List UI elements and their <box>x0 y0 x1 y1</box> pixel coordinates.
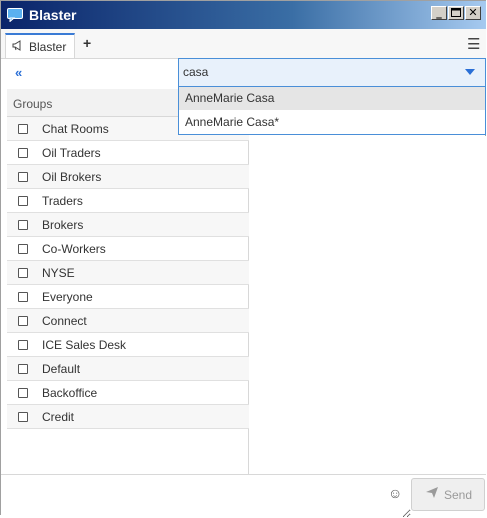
checkbox[interactable] <box>18 388 28 398</box>
window-title: Blaster <box>29 7 77 23</box>
group-name: Backoffice <box>42 386 98 400</box>
checkbox[interactable] <box>18 148 28 158</box>
group-name: Oil Traders <box>42 146 101 160</box>
checkbox[interactable] <box>18 412 28 422</box>
group-row[interactable]: Co-Workers <box>7 237 249 261</box>
group-row[interactable]: Oil Brokers <box>7 165 249 189</box>
send-label: Send <box>444 488 473 502</box>
checkbox[interactable] <box>18 340 28 350</box>
send-button[interactable]: Send <box>411 478 485 511</box>
suggestion-item[interactable]: AnneMarie Casa <box>179 87 485 110</box>
close-icon: ✕ <box>468 6 478 19</box>
checkbox[interactable] <box>18 316 28 326</box>
maximize-icon <box>451 8 461 17</box>
group-row[interactable]: Oil Traders <box>7 141 249 165</box>
hamburger-menu-icon[interactable]: ☰ <box>467 35 480 53</box>
checkbox[interactable] <box>18 124 28 134</box>
groups-header-label: Groups <box>13 97 53 111</box>
checkbox[interactable] <box>18 364 28 374</box>
group-name: Chat Rooms <box>42 122 109 136</box>
checkbox[interactable] <box>18 172 28 182</box>
tab-bar: Blaster <box>1 29 486 59</box>
group-name: Connect <box>42 314 87 328</box>
tab-label: Blaster <box>29 40 67 54</box>
recipient-search[interactable] <box>178 58 486 87</box>
group-name: ICE Sales Desk <box>42 338 127 352</box>
group-row[interactable]: Brokers <box>7 213 249 237</box>
close-button[interactable]: ✕ <box>465 6 481 20</box>
group-name: Credit <box>42 410 75 424</box>
group-row[interactable]: Connect <box>7 309 249 333</box>
group-list: Chat Rooms Oil Traders Oil Brokers Trade… <box>7 117 249 429</box>
group-name: NYSE <box>42 266 75 280</box>
suggestion-item[interactable]: AnneMarie Casa* <box>179 111 485 134</box>
group-name: Traders <box>42 194 83 208</box>
blaster-window: Blaster _ ✕ Blaster + ☰ « AnneMarie Casa… <box>0 0 486 518</box>
checkbox[interactable] <box>18 244 28 254</box>
group-row[interactable]: Traders <box>7 189 249 213</box>
group-row[interactable]: Backoffice <box>7 381 249 405</box>
paper-plane-icon <box>426 487 438 501</box>
group-name: Brokers <box>42 218 84 232</box>
group-row[interactable]: Everyone <box>7 285 249 309</box>
search-input[interactable] <box>183 63 453 81</box>
search-suggestions: AnneMarie Casa AnneMarie Casa* <box>178 87 486 135</box>
group-name: Everyone <box>42 290 93 304</box>
title-bar[interactable]: Blaster _ ✕ <box>1 1 486 29</box>
checkbox[interactable] <box>18 292 28 302</box>
smiley-icon[interactable]: ☺ <box>388 485 402 501</box>
message-input[interactable] <box>7 476 411 518</box>
group-row[interactable]: NYSE <box>7 261 249 285</box>
group-name: Default <box>42 362 81 376</box>
checkbox[interactable] <box>18 268 28 278</box>
double-chevron-left-icon[interactable]: « <box>15 65 22 80</box>
minimize-icon: _ <box>436 6 442 19</box>
maximize-button[interactable] <box>448 6 464 20</box>
group-row[interactable]: ICE Sales Desk <box>7 333 249 357</box>
megaphone-icon <box>12 40 24 54</box>
minimize-button[interactable]: _ <box>431 6 447 20</box>
group-row[interactable]: Default <box>7 357 249 381</box>
checkbox[interactable] <box>18 196 28 206</box>
group-name: Oil Brokers <box>42 170 102 184</box>
chat-bubble-icon <box>7 8 23 22</box>
plus-icon[interactable]: + <box>83 35 91 51</box>
recipients-panel <box>249 136 486 474</box>
caret-down-icon[interactable] <box>465 69 475 75</box>
checkbox[interactable] <box>18 220 28 230</box>
groups-panel: Groups Chat Rooms Oil Traders Oil Broker… <box>7 89 249 474</box>
group-name: Co-Workers <box>42 242 106 256</box>
group-row[interactable]: Credit <box>7 405 249 429</box>
tab-blaster[interactable]: Blaster <box>5 33 75 58</box>
